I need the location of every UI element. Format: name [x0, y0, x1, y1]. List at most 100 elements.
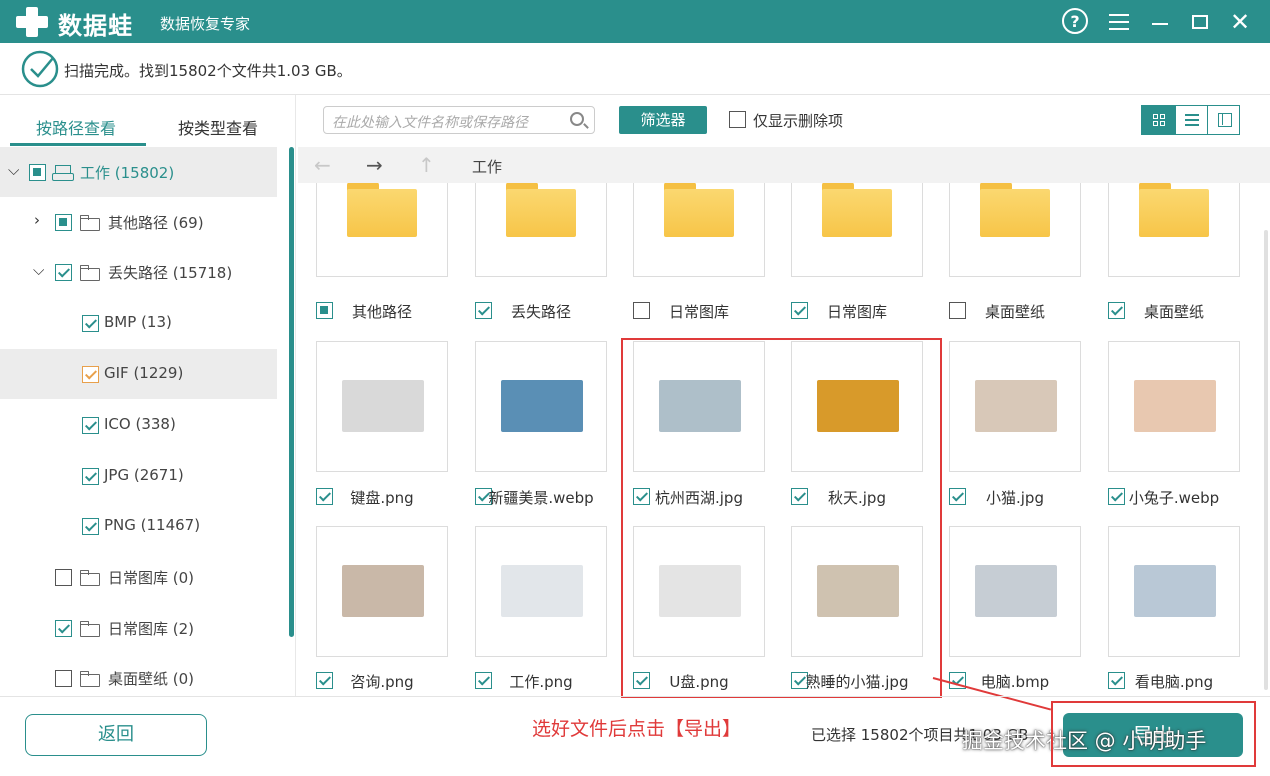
- image-card[interactable]: [949, 341, 1081, 472]
- tree-checkbox[interactable]: [55, 214, 72, 231]
- active-tab-indicator: [10, 143, 146, 146]
- image-card[interactable]: [1108, 526, 1240, 657]
- file-name: 看电脑.png: [1134, 673, 1214, 691]
- tree-checkbox[interactable]: [82, 518, 99, 535]
- image-card[interactable]: [316, 341, 448, 472]
- tree-item-label: PNG (11467): [104, 516, 201, 534]
- search-icon[interactable]: [570, 112, 584, 126]
- folder-card[interactable]: [949, 183, 1081, 277]
- tree-scrollbar[interactable]: [289, 147, 294, 637]
- file-name: 咨询.png: [350, 673, 414, 691]
- chevron-down-icon[interactable]: ⌵: [8, 161, 19, 179]
- file-name: 桌面壁纸: [984, 303, 1045, 321]
- image-thumbnail: [1134, 565, 1216, 617]
- folder-card[interactable]: [791, 183, 923, 277]
- image-card[interactable]: [475, 341, 607, 472]
- folder-card[interactable]: [316, 183, 448, 277]
- image-thumbnail: [501, 565, 583, 617]
- file-item[interactable]: 工作.png: [475, 671, 607, 691]
- back-arrow-icon[interactable]: ←: [314, 153, 331, 177]
- grid-view-button[interactable]: [1142, 106, 1175, 134]
- file-item[interactable]: 小兔子.webp: [1108, 487, 1240, 507]
- tree-checkbox[interactable]: [55, 264, 72, 281]
- list-view-button[interactable]: [1175, 106, 1208, 134]
- file-item[interactable]: 新疆美景.webp: [475, 487, 607, 507]
- image-card[interactable]: [475, 526, 607, 657]
- file-name: 新疆美景.webp: [488, 489, 594, 507]
- file-item[interactable]: 小猫.jpg: [949, 487, 1081, 507]
- tree-checkbox[interactable]: [55, 569, 72, 586]
- tree-item-label: 桌面壁纸 (0): [108, 670, 195, 688]
- file-item[interactable]: 键盘.png: [316, 487, 448, 507]
- tree-item-gif[interactable]: GIF (1229): [0, 349, 277, 399]
- chevron-right-icon[interactable]: ›: [34, 211, 40, 229]
- maximize-icon[interactable]: [1186, 8, 1214, 36]
- tree-item-wallpaper[interactable]: 桌面壁纸 (0): [0, 653, 277, 696]
- file-item[interactable]: 桌面壁纸: [1108, 301, 1240, 321]
- image-card[interactable]: [949, 526, 1081, 657]
- app-brand: 数据蛙: [58, 12, 133, 40]
- image-thumbnail: [342, 565, 424, 617]
- tree-item-bmp[interactable]: BMP (13): [0, 298, 277, 348]
- folder-icon: [347, 183, 417, 237]
- back-button[interactable]: 返回: [25, 714, 207, 756]
- tree-checkbox[interactable]: [55, 670, 72, 687]
- tree-item-jpg[interactable]: JPG (2671): [0, 451, 277, 501]
- instruction-annotation: 选好文件后点击【导出】: [532, 718, 742, 740]
- file-item[interactable]: 丢失路径: [475, 301, 607, 321]
- tree-item-daily-gallery-2[interactable]: 日常图库 (2): [0, 603, 277, 653]
- tree-item-png[interactable]: PNG (11467): [0, 501, 277, 551]
- deleted-only-checkbox[interactable]: [729, 111, 746, 128]
- tree-item-label: 丢失路径 (15718): [108, 264, 233, 282]
- tree-item-ico[interactable]: ICO (338): [0, 400, 277, 450]
- file-name: 小猫.jpg: [986, 489, 1044, 507]
- tree-checkbox[interactable]: [82, 468, 99, 485]
- tree-checkbox[interactable]: [82, 315, 99, 332]
- minimize-icon[interactable]: [1146, 8, 1174, 36]
- tree-checkbox[interactable]: [82, 366, 99, 383]
- file-item[interactable]: 咨询.png: [316, 671, 448, 691]
- file-item[interactable]: 其他路径: [316, 301, 448, 321]
- help-icon[interactable]: ?: [1062, 8, 1088, 34]
- tree-item-label: JPG (2671): [104, 466, 184, 484]
- tree-checkbox[interactable]: [82, 417, 99, 434]
- image-thumbnail: [975, 565, 1057, 617]
- file-item[interactable]: 日常图库: [633, 301, 765, 321]
- file-item[interactable]: 桌面壁纸: [949, 301, 1081, 321]
- tree-item-work[interactable]: ⌵ 工作 (15802): [0, 147, 277, 197]
- tree-item-daily-gallery-0[interactable]: 日常图库 (0): [0, 552, 277, 602]
- deleted-only-label: 仅显示删除项: [753, 112, 844, 130]
- tree-item-label: 其他路径 (69): [108, 214, 204, 232]
- tree-item-lost-path[interactable]: ⌵ 丢失路径 (15718): [0, 247, 277, 297]
- drive-icon: [52, 165, 74, 181]
- chevron-down-icon[interactable]: ⌵: [33, 261, 44, 279]
- up-arrow-icon[interactable]: ↑: [418, 153, 435, 177]
- folder-card[interactable]: [633, 183, 765, 277]
- tree-checkbox[interactable]: [29, 164, 46, 181]
- search-input[interactable]: 在此处输入文件名称或保存路径: [323, 106, 595, 134]
- tree-checkbox[interactable]: [55, 620, 72, 637]
- forward-arrow-icon[interactable]: →: [366, 153, 383, 177]
- folder-icon: [80, 621, 100, 637]
- tab-by-path[interactable]: 按路径查看: [36, 115, 116, 139]
- tree-item-label: GIF (1229): [104, 364, 184, 382]
- file-name: 日常图库: [826, 303, 887, 321]
- file-item[interactable]: 日常图库: [791, 301, 923, 321]
- grid-scrollbar[interactable]: [1264, 230, 1268, 690]
- file-name: 小兔子.webp: [1128, 489, 1220, 507]
- tree-item-label: 日常图库 (2): [108, 620, 195, 638]
- tree-item-other-path[interactable]: › 其他路径 (69): [0, 197, 277, 247]
- file-item[interactable]: 看电脑.png: [1108, 671, 1240, 691]
- check-circle-icon: [21, 50, 59, 88]
- image-card[interactable]: [1108, 341, 1240, 472]
- filter-button[interactable]: 筛选器: [619, 106, 707, 134]
- detail-view-button[interactable]: [1208, 106, 1241, 134]
- close-icon[interactable]: ✕: [1226, 8, 1254, 36]
- file-name: 其他路径: [351, 303, 412, 321]
- folder-card[interactable]: [475, 183, 607, 277]
- folder-card[interactable]: [1108, 183, 1240, 277]
- image-card[interactable]: [316, 526, 448, 657]
- tab-by-type[interactable]: 按类型查看: [178, 115, 258, 139]
- tree-item-label: 日常图库 (0): [108, 569, 195, 587]
- menu-icon[interactable]: [1105, 8, 1133, 36]
